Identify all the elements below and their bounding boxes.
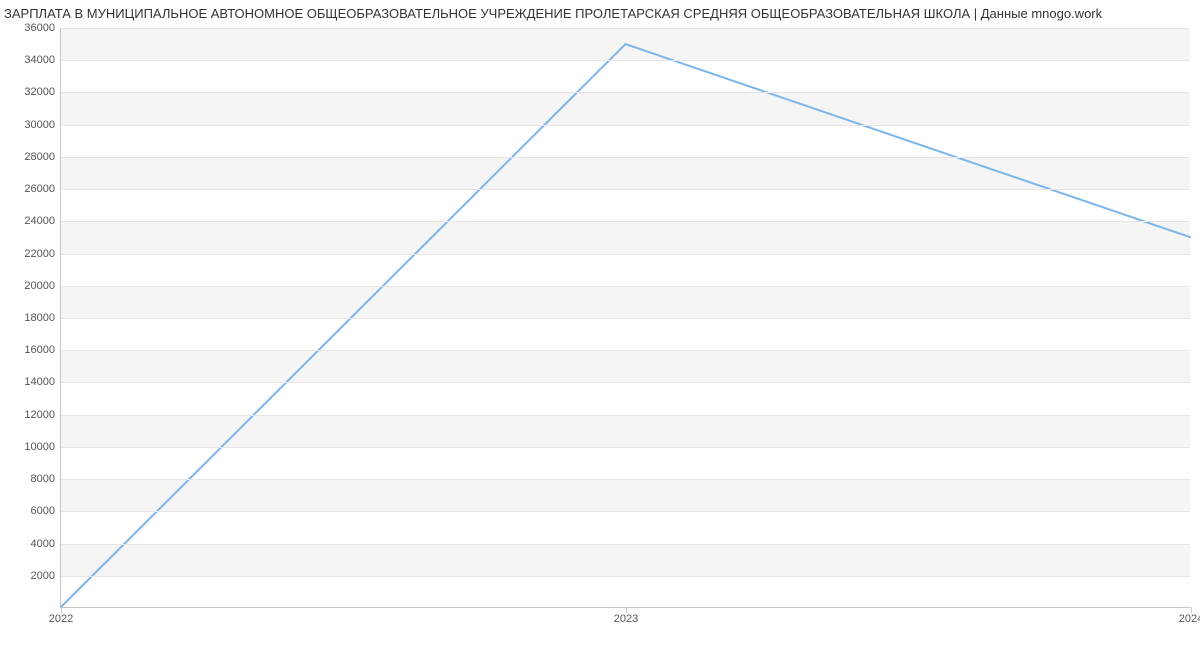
y-tick-label: 34000: [24, 54, 61, 66]
grid-line: [61, 254, 1190, 255]
grid-line: [61, 189, 1190, 190]
y-tick-label: 20000: [24, 280, 61, 292]
grid-line: [61, 92, 1190, 93]
y-tick-label: 26000: [24, 183, 61, 195]
grid-line: [61, 221, 1190, 222]
x-tick-label: 2022: [49, 607, 73, 625]
grid-line: [61, 511, 1190, 512]
grid-line: [61, 382, 1190, 383]
y-tick-label: 6000: [31, 505, 61, 517]
grid-line: [61, 576, 1190, 577]
chart-container: ЗАРПЛАТА В МУНИЦИПАЛЬНОЕ АВТОНОМНОЕ ОБЩЕ…: [0, 0, 1200, 650]
grid-line: [61, 157, 1190, 158]
grid-line: [61, 60, 1190, 61]
x-tick-label: 2024: [1179, 607, 1200, 625]
grid-line: [61, 125, 1190, 126]
y-tick-label: 36000: [24, 22, 61, 34]
grid-line: [61, 28, 1190, 29]
grid-line: [61, 544, 1190, 545]
chart-title: ЗАРПЛАТА В МУНИЦИПАЛЬНОЕ АВТОНОМНОЕ ОБЩЕ…: [0, 6, 1200, 21]
grid-line: [61, 286, 1190, 287]
y-tick-label: 8000: [31, 473, 61, 485]
y-tick-label: 14000: [24, 376, 61, 388]
y-tick-label: 10000: [24, 441, 61, 453]
y-tick-label: 30000: [24, 119, 61, 131]
y-tick-label: 24000: [24, 215, 61, 227]
x-tick-label: 2023: [614, 607, 638, 625]
y-tick-label: 22000: [24, 248, 61, 260]
y-tick-label: 28000: [24, 151, 61, 163]
grid-line: [61, 350, 1190, 351]
y-tick-label: 16000: [24, 344, 61, 356]
y-tick-label: 18000: [24, 312, 61, 324]
plot-area: 2000400060008000100001200014000160001800…: [60, 28, 1190, 608]
y-tick-label: 12000: [24, 409, 61, 421]
series-line: [61, 44, 1190, 607]
y-tick-label: 32000: [24, 86, 61, 98]
grid-line: [61, 415, 1190, 416]
grid-line: [61, 447, 1190, 448]
grid-line: [61, 479, 1190, 480]
y-tick-label: 4000: [31, 538, 61, 550]
grid-line: [61, 318, 1190, 319]
y-tick-label: 2000: [31, 570, 61, 582]
